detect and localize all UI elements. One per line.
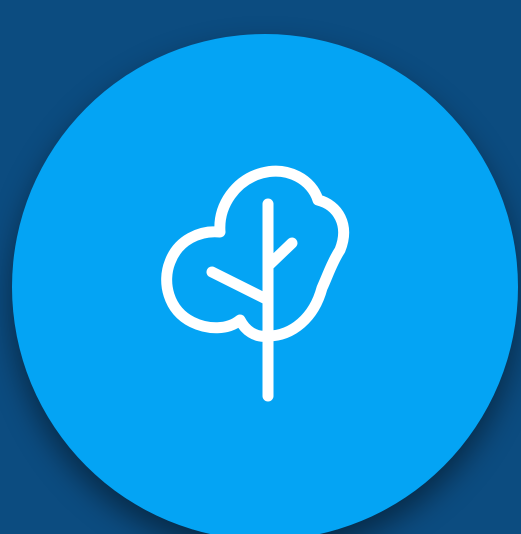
tree-icon [161, 165, 350, 402]
tree-crown-outline [161, 165, 350, 342]
tree-branch-left [206, 266, 274, 306]
app-icon-background [0, 0, 521, 534]
